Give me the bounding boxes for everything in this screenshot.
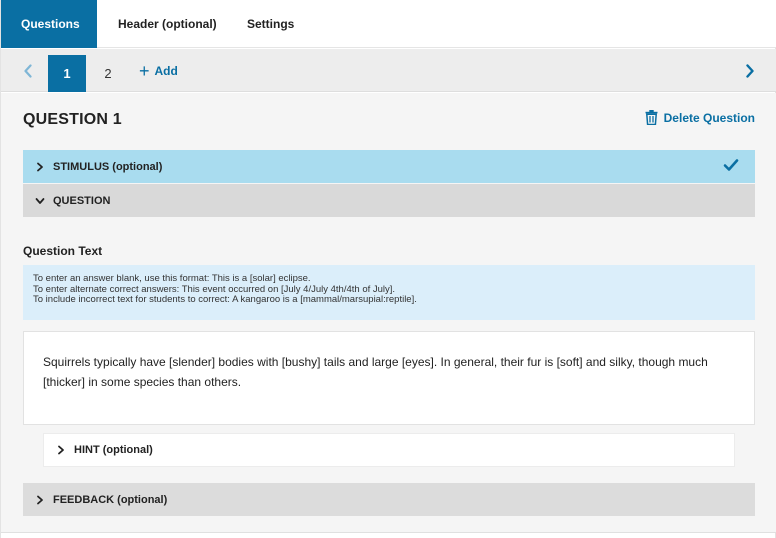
delete-question-label: Delete Question	[663, 110, 755, 125]
question-panel: QUESTION 1 Delete Question STIMULUS (opt…	[1, 93, 776, 533]
question-editor: Questions Header (optional) Settings 1 2…	[0, 0, 776, 538]
hint-section-header[interactable]: HINT (optional)	[43, 433, 735, 467]
add-label: Add	[154, 63, 178, 78]
delete-question-button[interactable]: Delete Question	[645, 110, 755, 125]
page-button-2[interactable]: 2	[89, 55, 127, 92]
chevron-right-icon	[58, 445, 64, 455]
tab-header[interactable]: Header (optional)	[97, 0, 227, 48]
help-line: To enter an answer blank, use this forma…	[33, 273, 311, 284]
trash-icon	[645, 110, 658, 125]
question-text-help: To enter an answer blank, use this forma…	[23, 265, 755, 320]
page-button-1[interactable]: 1	[48, 55, 86, 92]
checkmark-icon	[723, 159, 739, 171]
question-section-label: QUESTION	[53, 194, 111, 207]
chevron-down-icon	[35, 197, 45, 204]
help-line: To include incorrect text for students t…	[33, 294, 417, 305]
chevron-left-icon	[24, 63, 32, 78]
page-title: QUESTION 1	[23, 111, 122, 128]
hint-section-label: HINT (optional)	[74, 444, 153, 456]
feedback-section-label: FEEDBACK (optional)	[53, 493, 168, 506]
prev-page-button[interactable]	[15, 49, 41, 92]
top-tab-bar: Questions Header (optional) Settings	[1, 0, 776, 48]
chevron-right-icon	[37, 495, 43, 504]
plus-icon: +	[139, 60, 150, 81]
stimulus-section-label: STIMULUS (optional)	[53, 160, 163, 173]
stimulus-section-header[interactable]: STIMULUS (optional)	[23, 150, 755, 183]
question-section-header[interactable]: QUESTION	[23, 184, 755, 217]
tab-questions[interactable]: Questions	[1, 0, 97, 48]
feedback-section-header[interactable]: FEEDBACK (optional)	[23, 483, 755, 516]
tab-settings[interactable]: Settings	[227, 0, 314, 48]
question-text-label: Question Text	[23, 244, 103, 258]
chevron-right-icon	[746, 63, 754, 78]
question-pagination: 1 2 + Add	[1, 49, 776, 92]
question-text-editor[interactable]: Squirrels typically have [slender] bodie…	[23, 331, 755, 425]
next-page-button[interactable]	[737, 49, 763, 92]
chevron-right-icon	[37, 162, 43, 171]
add-question-button[interactable]: + Add	[139, 49, 178, 92]
